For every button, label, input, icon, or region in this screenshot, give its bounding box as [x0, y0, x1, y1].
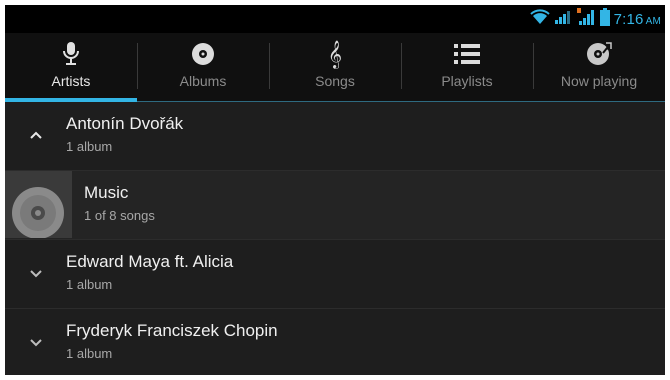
- tab-label: Artists: [51, 73, 91, 89]
- tab-now-playing[interactable]: Now playing: [533, 33, 665, 101]
- tab-artists[interactable]: Artists: [5, 33, 137, 102]
- now-playing-icon: [586, 41, 612, 67]
- chevron-down-icon[interactable]: [27, 264, 45, 282]
- battery-icon: [599, 7, 610, 31]
- tab-songs[interactable]: 𝄞 Songs: [269, 33, 401, 101]
- artist-name: Fryderyk Franciszek Chopin: [66, 321, 278, 340]
- signal-2-icon: [576, 7, 596, 31]
- signal-icon: [554, 9, 572, 30]
- album-art: [5, 171, 72, 238]
- music-app-screen: 7:16 AM Artists Albums 𝄞 Songs Playlists…: [5, 5, 665, 375]
- artist-row[interactable]: Edward Maya ft. Alicia 1 album: [5, 240, 665, 309]
- tab-bar: Artists Albums 𝄞 Songs Playlists Now pla…: [5, 33, 665, 102]
- album-count: 1 album: [66, 139, 113, 154]
- artist-list: Antonín Dvořák 1 album Music 1 of 8 song…: [5, 102, 665, 375]
- disc-icon: [191, 41, 215, 67]
- chevron-up-icon[interactable]: [27, 126, 45, 144]
- tab-playlists[interactable]: Playlists: [401, 33, 533, 101]
- tab-albums[interactable]: Albums: [137, 33, 269, 101]
- artist-name: Edward Maya ft. Alicia: [66, 252, 234, 271]
- chevron-down-icon[interactable]: [27, 333, 45, 351]
- status-bar: 7:16 AM: [5, 5, 665, 33]
- tab-label: Playlists: [441, 73, 493, 89]
- tab-label: Songs: [315, 73, 355, 89]
- treble-clef-icon: 𝄞: [327, 40, 343, 68]
- album-count: 1 album: [66, 277, 113, 292]
- song-count: 1 of 8 songs: [84, 208, 155, 223]
- wifi-icon: [529, 8, 550, 30]
- tab-label: Now playing: [560, 73, 638, 89]
- status-ampm: AM: [645, 15, 661, 27]
- status-icons: 7:16 AM: [529, 7, 661, 31]
- artist-row[interactable]: Fryderyk Franciszek Chopin 1 album: [5, 309, 665, 375]
- artist-row[interactable]: Antonín Dvořák 1 album: [5, 102, 665, 171]
- status-clock: 7:16 AM: [614, 11, 661, 28]
- album-title: Music: [84, 183, 129, 202]
- tab-label: Albums: [179, 73, 227, 89]
- artist-name: Antonín Dvořák: [66, 114, 184, 133]
- album-count: 1 album: [66, 346, 113, 361]
- status-time: 7:16: [613, 10, 644, 28]
- playlist-icon: [454, 41, 480, 67]
- microphone-icon: [61, 41, 81, 67]
- album-row[interactable]: Music 1 of 8 songs: [5, 171, 665, 240]
